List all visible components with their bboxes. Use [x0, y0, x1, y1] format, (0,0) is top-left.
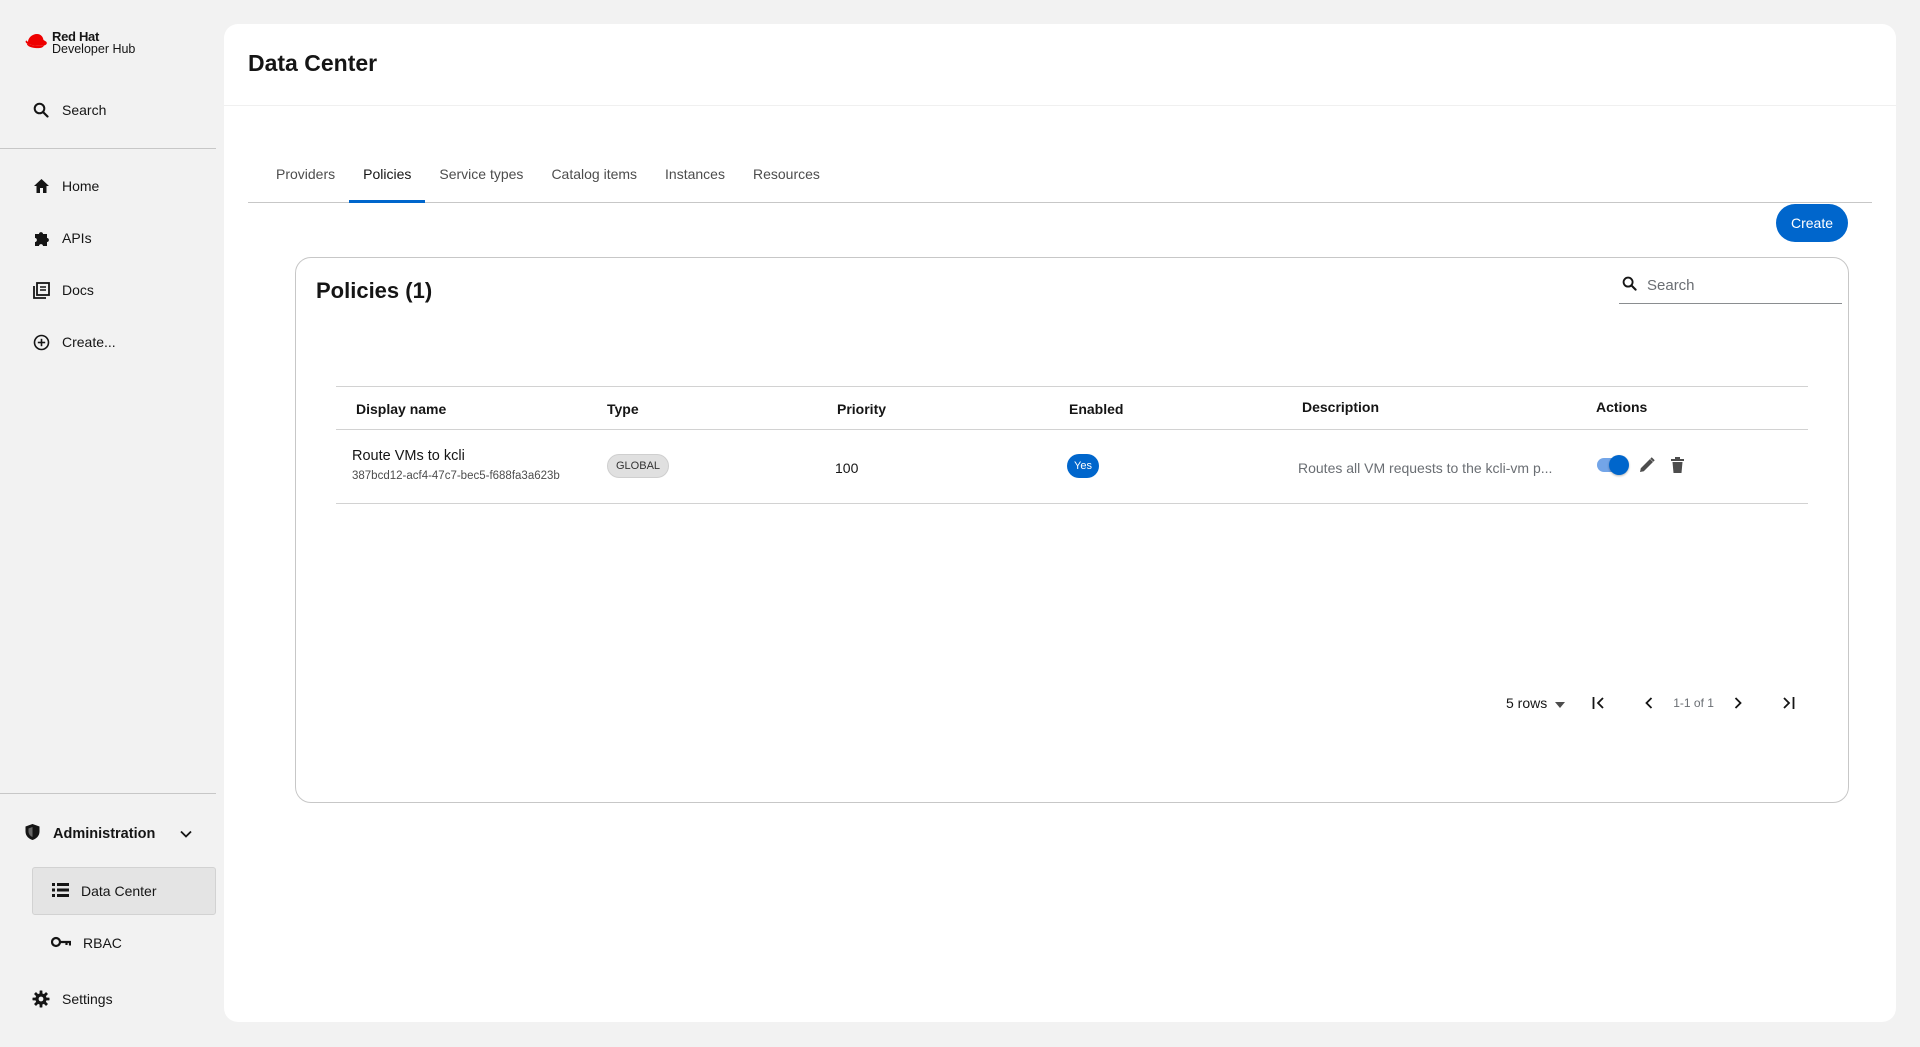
tab-catalog-items[interactable]: Catalog items: [537, 146, 651, 202]
sidebar-item-apis[interactable]: APIs: [32, 229, 92, 247]
sidebar: Red Hat Developer Hub Search Home APIs D…: [0, 0, 216, 1047]
enabled-badge: Yes: [1067, 454, 1099, 478]
column-header-display-name[interactable]: Display name: [356, 401, 446, 417]
tab-providers[interactable]: Providers: [262, 146, 349, 202]
sidebar-administration-toggle[interactable]: Administration: [24, 822, 192, 846]
sidebar-search-label: Search: [62, 102, 107, 118]
policies-card: Policies (1) Display name Type Priority …: [295, 257, 1849, 803]
create-button[interactable]: Create: [1776, 204, 1848, 242]
first-page-icon[interactable]: [1583, 688, 1615, 718]
sidebar-item-label: APIs: [62, 230, 92, 246]
column-header-enabled[interactable]: Enabled: [1069, 401, 1123, 417]
delete-icon[interactable]: [1667, 455, 1687, 475]
sidebar-item-rbac[interactable]: RBAC: [32, 919, 216, 967]
docs-icon: [32, 281, 50, 299]
sidebar-divider: [0, 148, 216, 149]
rows-per-page-label: 5 rows: [1506, 695, 1548, 711]
search-field[interactable]: [1619, 268, 1842, 304]
tab-bar: Providers Policies Service types Catalog…: [248, 146, 1872, 203]
pagination: 5 rows 1-1 of 1: [1506, 688, 1804, 718]
brand-logo[interactable]: Red Hat Developer Hub: [24, 30, 135, 56]
chevron-down-icon: [180, 826, 192, 842]
brand-line-2: Developer Hub: [52, 42, 136, 56]
main-panel: Data Center Providers Policies Service t…: [224, 24, 1896, 1022]
table-header: Display name Type Priority Enabled Descr…: [336, 386, 1808, 430]
column-header-priority[interactable]: Priority: [837, 401, 886, 417]
tab-resources[interactable]: Resources: [739, 146, 834, 202]
administration-label: Administration: [53, 826, 156, 842]
home-icon: [32, 177, 50, 195]
puzzle-icon: [32, 229, 50, 247]
sidebar-divider: [0, 793, 216, 794]
tab-policies[interactable]: Policies: [349, 146, 426, 203]
sidebar-item-label: Data Center: [81, 883, 157, 899]
policies-table: Display name Type Priority Enabled Descr…: [336, 386, 1808, 504]
previous-page-icon[interactable]: [1633, 688, 1665, 718]
column-header-description[interactable]: Description: [1302, 399, 1379, 415]
key-icon: [50, 935, 72, 951]
priority-value: 100: [835, 460, 859, 476]
row-actions: [1597, 455, 1687, 475]
edit-icon[interactable]: [1637, 455, 1657, 475]
caret-down-icon: [1555, 695, 1566, 711]
page-range: 1-1 of 1: [1673, 696, 1714, 710]
policy-name: Route VMs to kcli: [352, 448, 465, 464]
sidebar-item-data-center[interactable]: Data Center: [32, 867, 216, 915]
last-page-icon[interactable]: [1772, 688, 1804, 718]
sidebar-item-label: Home: [62, 178, 100, 194]
red-hat-logo-icon: [25, 34, 47, 49]
type-chip: GLOBAL: [607, 454, 670, 478]
sidebar-item-label: Settings: [62, 991, 113, 1007]
rows-per-page-select[interactable]: 5 rows: [1506, 695, 1566, 711]
sidebar-item-docs[interactable]: Docs: [32, 281, 94, 299]
card-title: Policies (1): [316, 278, 433, 303]
page-title: Data Center: [248, 50, 378, 76]
search-icon: [32, 101, 50, 119]
tab-service-types[interactable]: Service types: [425, 146, 537, 202]
policy-id: 387bcd12-acf4-47c7-bec5-f688fa3a623b: [352, 470, 560, 482]
tab-instances[interactable]: Instances: [651, 146, 739, 202]
sidebar-item-label: Docs: [62, 282, 94, 298]
page-header: Data Center: [224, 24, 1896, 106]
sidebar-item-settings[interactable]: Settings: [32, 990, 113, 1008]
search-input[interactable]: [1647, 277, 1827, 294]
enable-toggle[interactable]: [1597, 455, 1629, 475]
list-icon: [52, 882, 69, 900]
shield-icon: [24, 823, 41, 845]
sidebar-item-label: Create...: [62, 334, 116, 350]
gear-icon: [32, 990, 50, 1008]
column-header-actions: Actions: [1596, 399, 1648, 415]
sidebar-item-home[interactable]: Home: [32, 177, 99, 195]
search-icon: [1622, 276, 1637, 296]
sidebar-search[interactable]: Search: [32, 101, 106, 119]
table-row: Route VMs to kcli 387bcd12-acf4-47c7-bec…: [336, 430, 1808, 504]
add-circle-icon: [32, 333, 50, 351]
policy-description: Routes all VM requests to the kcli-vm p.…: [1298, 460, 1553, 476]
next-page-icon[interactable]: [1722, 688, 1754, 718]
sidebar-item-create[interactable]: Create...: [32, 333, 116, 351]
column-header-type[interactable]: Type: [607, 401, 639, 417]
brand-text: Red Hat Developer Hub: [52, 30, 135, 56]
sidebar-item-label: RBAC: [83, 935, 122, 951]
